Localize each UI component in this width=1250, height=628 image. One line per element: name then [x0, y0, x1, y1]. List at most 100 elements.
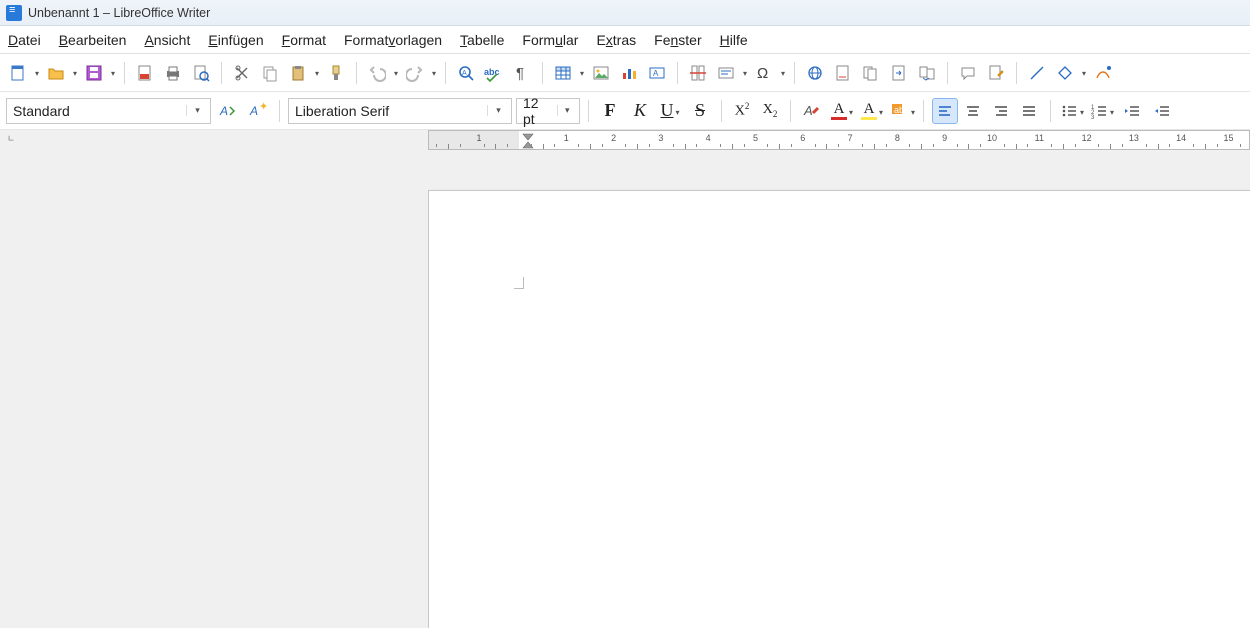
print-button[interactable]: [161, 61, 185, 85]
char-highlight-button[interactable]: ab: [889, 98, 915, 124]
insert-comment-button[interactable]: [956, 61, 980, 85]
ruler-tick: [779, 144, 780, 149]
print-preview-button[interactable]: [189, 61, 213, 85]
document-viewport[interactable]: [428, 150, 1250, 628]
insert-image-button[interactable]: [589, 61, 613, 85]
unordered-list-button[interactable]: [1059, 98, 1085, 124]
chevron-down-icon[interactable]: [909, 103, 915, 118]
menu-extras[interactable]: Extras: [596, 32, 636, 48]
underline-button[interactable]: U: [657, 98, 683, 124]
svg-text:abc: abc: [484, 67, 500, 77]
track-changes-button[interactable]: [915, 61, 939, 85]
menu-ansicht[interactable]: Ansicht: [144, 32, 190, 48]
save-icon: [85, 64, 103, 82]
ruler-tick: [531, 144, 532, 147]
insert-hyperlink-button[interactable]: [803, 61, 827, 85]
new-style-button[interactable]: A✦: [245, 98, 271, 124]
horizontal-ruler[interactable]: 1 123456789101112131415: [428, 130, 1250, 150]
open-button[interactable]: [44, 61, 68, 85]
increase-indent-button[interactable]: [1119, 98, 1145, 124]
insert-crossref-button[interactable]: [887, 61, 911, 85]
basic-shapes-button[interactable]: [1053, 61, 1077, 85]
insert-symbol-button[interactable]: Ω: [752, 61, 776, 85]
show-draw-functions-button[interactable]: [1091, 61, 1115, 85]
clone-formatting-button[interactable]: [324, 61, 348, 85]
cut-button[interactable]: [230, 61, 254, 85]
chevron-down-icon[interactable]: [1108, 103, 1114, 118]
insert-table-button[interactable]: [551, 61, 575, 85]
save-button[interactable]: [82, 61, 106, 85]
font-name-combo[interactable]: Liberation Serif ▾: [288, 98, 512, 124]
insert-field-button[interactable]: [714, 61, 738, 85]
align-right-button[interactable]: [988, 98, 1014, 124]
ruler-tick: [495, 144, 496, 149]
chevron-down-icon[interactable]: [673, 103, 679, 118]
menu-hilfe[interactable]: Hilfe: [720, 32, 748, 48]
formatting-marks-button[interactable]: ¶: [510, 61, 534, 85]
font-color-button[interactable]: A: [829, 98, 855, 124]
menu-einfuegen[interactable]: Einfügen: [208, 32, 263, 48]
subscript-button[interactable]: X2: [758, 98, 782, 124]
ruler-tick: [1075, 144, 1076, 147]
insert-line-button[interactable]: [1025, 61, 1049, 85]
align-center-button[interactable]: [960, 98, 986, 124]
paste-button[interactable]: [286, 61, 310, 85]
align-justify-button[interactable]: [1016, 98, 1042, 124]
ruler-tick: [507, 144, 508, 147]
table-icon: [554, 64, 572, 82]
menu-fenster[interactable]: Fenster: [654, 32, 701, 48]
paragraph-style-combo[interactable]: Standard ▾: [6, 98, 211, 124]
redo-button[interactable]: [403, 61, 427, 85]
chevron-down-icon[interactable]: [877, 103, 883, 118]
highlight-color-button[interactable]: A: [859, 98, 885, 124]
strikethrough-button[interactable]: S: [687, 98, 713, 124]
copy-button[interactable]: [258, 61, 282, 85]
menu-formular[interactable]: Formular: [522, 32, 578, 48]
find-replace-button[interactable]: A: [454, 61, 478, 85]
new-button[interactable]: [6, 61, 30, 85]
superscript-button[interactable]: X2: [730, 98, 754, 124]
insert-bookmark-button[interactable]: [859, 61, 883, 85]
svg-text:✦: ✦: [259, 101, 268, 113]
highlight-icon: A: [861, 102, 877, 120]
left-gutter: ∟: [0, 130, 428, 628]
ruler-margin-left: [429, 131, 519, 149]
ruler-number: 8: [895, 133, 900, 143]
align-left-button[interactable]: [932, 98, 958, 124]
clear-formatting-button[interactable]: A: [799, 98, 825, 124]
show-trackchanges-button[interactable]: [984, 61, 1008, 85]
insert-textbox-button[interactable]: A: [645, 61, 669, 85]
insert-chart-button[interactable]: [617, 61, 641, 85]
italic-button[interactable]: K: [627, 98, 653, 124]
chevron-down-icon[interactable]: [847, 103, 853, 118]
insert-pagebreak-button[interactable]: [686, 61, 710, 85]
ruler-number: 14: [1176, 133, 1186, 143]
menu-bearbeiten[interactable]: Bearbeiten: [59, 32, 127, 48]
ruler-tick: [1016, 144, 1017, 149]
menu-formatvorlagen[interactable]: Formatvorlagen: [344, 32, 442, 48]
chevron-down-icon[interactable]: [1078, 103, 1084, 118]
indent-marker-icon[interactable]: [522, 133, 534, 147]
decrease-indent-button[interactable]: [1149, 98, 1175, 124]
ruler-tick: [543, 144, 544, 149]
paragraph-style-value: Standard: [13, 103, 70, 119]
insert-footnote-button[interactable]: [831, 61, 855, 85]
ordered-list-button[interactable]: 123: [1089, 98, 1115, 124]
font-name-value: Liberation Serif: [295, 103, 389, 119]
font-size-combo[interactable]: 12 pt ▾: [516, 98, 580, 124]
align-left-icon: [936, 102, 954, 120]
separator: [588, 100, 589, 122]
bold-button[interactable]: F: [597, 98, 623, 124]
ruler-tick: [1004, 144, 1005, 147]
update-style-button[interactable]: A: [215, 98, 241, 124]
new-doc-icon: [9, 64, 27, 82]
page[interactable]: [428, 190, 1250, 628]
indent-less-icon: [1153, 102, 1171, 120]
menu-tabelle[interactable]: Tabelle: [460, 32, 504, 48]
spellcheck-button[interactable]: abc: [482, 61, 506, 85]
menu-format[interactable]: Format: [282, 32, 326, 48]
export-pdf-button[interactable]: [133, 61, 157, 85]
chart-icon: [620, 64, 638, 82]
undo-button[interactable]: [365, 61, 389, 85]
menu-datei[interactable]: Datei: [8, 32, 41, 48]
